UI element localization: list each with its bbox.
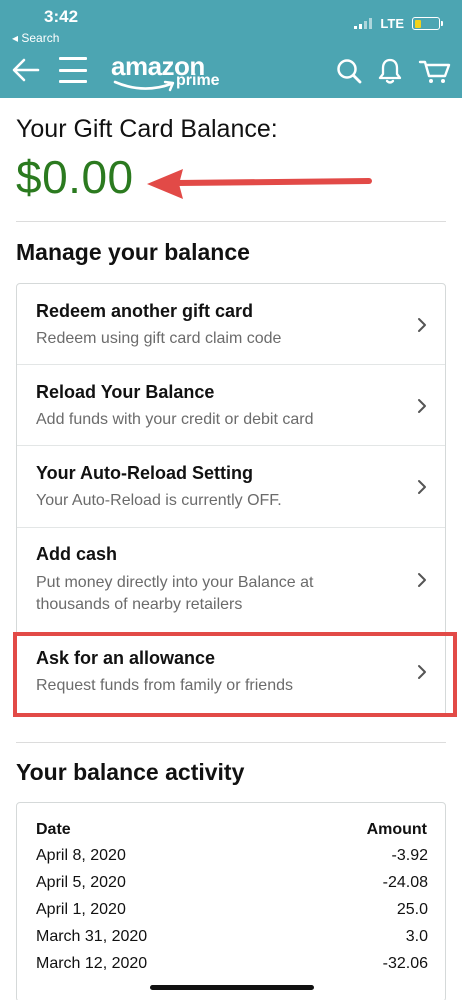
chevron-right-icon: [418, 573, 426, 587]
battery-icon: [412, 17, 443, 30]
balance-amount: $0.00: [16, 151, 134, 203]
smile-arrow-icon: [113, 80, 175, 92]
status-time: 3:42: [44, 7, 79, 26]
add-cash-row[interactable]: Add cash Put money directly into your Ba…: [17, 528, 445, 633]
chevron-right-icon: [418, 399, 426, 413]
activity-card: Date Amount April 8, 2020 -3.92 April 5,…: [16, 802, 446, 1000]
row-subtitle: Your Auto-Reload is currently OFF.: [36, 492, 282, 509]
activity-amount: 25.0: [396, 901, 428, 918]
activity-date: April 8, 2020: [36, 847, 126, 864]
activity-row: April 8, 2020 -3.92: [36, 847, 428, 874]
balance-title: Your Gift Card Balance:: [16, 115, 278, 143]
activity-date: March 31, 2020: [36, 928, 148, 945]
chevron-right-icon: [418, 480, 426, 494]
amazon-prime-logo[interactable]: amazon prime: [111, 52, 226, 94]
menu-icon[interactable]: [59, 57, 87, 83]
activity-date: April 5, 2020: [36, 874, 126, 891]
divider: [16, 742, 446, 743]
row-title: Reload Your Balance: [36, 382, 215, 402]
cart-icon[interactable]: [418, 56, 452, 86]
signal-icon: [354, 18, 373, 29]
app-header: 3:42 ◂ Search LTE amazon prime: [0, 0, 462, 98]
activity-row: April 1, 2020 25.0: [36, 901, 428, 928]
activity-row: March 12, 2020 -32.06: [36, 955, 428, 982]
back-arrow-icon[interactable]: [10, 54, 42, 86]
row-title: Redeem another gift card: [36, 301, 254, 321]
activity-amount: -24.08: [382, 874, 428, 891]
row-title: Add cash: [36, 544, 118, 564]
back-to-search-link[interactable]: ◂ Search: [12, 31, 59, 45]
chevron-right-icon: [418, 318, 426, 332]
activity-date: April 1, 2020: [36, 901, 126, 918]
activity-amount: -3.92: [391, 847, 428, 864]
amount-column-header: Amount: [366, 821, 427, 838]
row-subtitle: Add funds with your credit or debit card: [36, 411, 314, 428]
activity-amount: -32.06: [382, 955, 428, 972]
activity-date: March 12, 2020: [36, 955, 148, 972]
auto-reload-setting-row[interactable]: Your Auto-Reload Setting Your Auto-Reloa…: [17, 446, 445, 528]
status-indicators: LTE: [354, 16, 443, 31]
annotation-arrow-icon: [147, 169, 372, 199]
divider: [16, 221, 446, 222]
annotation-highlight-box: [13, 632, 457, 717]
bell-icon[interactable]: [375, 56, 405, 86]
manage-title: Manage your balance: [16, 239, 250, 265]
logo-prime: prime: [176, 72, 220, 89]
date-column-header: Date: [36, 821, 71, 838]
redeem-gift-card-row[interactable]: Redeem another gift card Redeem using gi…: [17, 284, 445, 365]
reload-balance-row[interactable]: Reload Your Balance Add funds with your …: [17, 365, 445, 446]
row-subtitle: Put money directly into your Balance at …: [36, 574, 314, 613]
activity-amount: 3.0: [405, 928, 428, 945]
row-title: Your Auto-Reload Setting: [36, 463, 253, 483]
home-indicator[interactable]: [150, 985, 314, 990]
activity-title: Your balance activity: [16, 759, 245, 785]
activity-row: March 31, 2020 3.0: [36, 928, 428, 955]
activity-row: April 5, 2020 -24.08: [36, 874, 428, 901]
network-label: LTE: [380, 16, 404, 31]
search-icon[interactable]: [334, 56, 364, 86]
battery-fill: [414, 19, 421, 28]
row-subtitle: Redeem using gift card claim code: [36, 330, 282, 347]
